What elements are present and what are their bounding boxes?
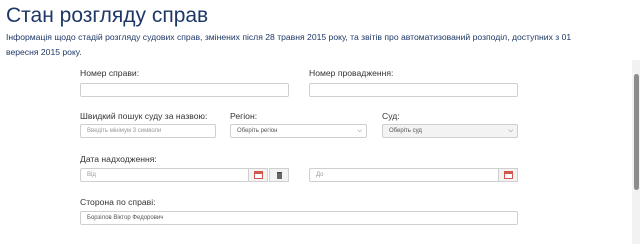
date-from-input[interactable]: Від xyxy=(80,168,249,182)
case-number-input[interactable] xyxy=(80,83,289,97)
region-select[interactable]: Оберіть регіон ⌵ xyxy=(230,124,367,138)
region-selected-value: Оберіть регіон xyxy=(237,128,278,134)
region-label: Регіон: xyxy=(230,111,258,121)
chevron-down-icon: ⌵ xyxy=(508,128,513,134)
court-selected-value: Оберіть суд xyxy=(389,128,422,134)
proceeding-number-label: Номер провадження: xyxy=(309,68,394,78)
calendar-icon xyxy=(253,171,263,179)
calendar-icon xyxy=(503,171,513,179)
page-intro: Інформація щодо стадій розгляду судових … xyxy=(6,32,572,57)
court-search-label: Швидкий пошук суду за назвою: xyxy=(80,111,208,121)
scrollbar-thumb[interactable] xyxy=(634,74,639,190)
case-number-label: Номер справи: xyxy=(80,68,140,78)
date-from-calendar-button[interactable] xyxy=(248,168,268,182)
page-title: Стан розгляду справ xyxy=(6,4,209,27)
date-to-input[interactable]: До xyxy=(309,168,499,182)
party-input[interactable]: Борзілов Віктор Федорович xyxy=(80,211,518,225)
receipt-date-label: Дата надходження: xyxy=(80,154,157,164)
date-to-calendar-button[interactable] xyxy=(498,168,518,182)
trash-icon xyxy=(276,171,282,179)
court-label: Суд: xyxy=(382,111,400,121)
date-clear-button[interactable] xyxy=(269,168,289,182)
court-select[interactable]: Оберіть суд ⌵ xyxy=(382,124,518,138)
chevron-down-icon: ⌵ xyxy=(357,128,362,134)
party-label: Сторона по справі: xyxy=(80,197,156,207)
proceeding-number-input[interactable] xyxy=(309,83,518,97)
court-search-input[interactable]: Введіть мінімум 3 символи xyxy=(80,124,216,138)
